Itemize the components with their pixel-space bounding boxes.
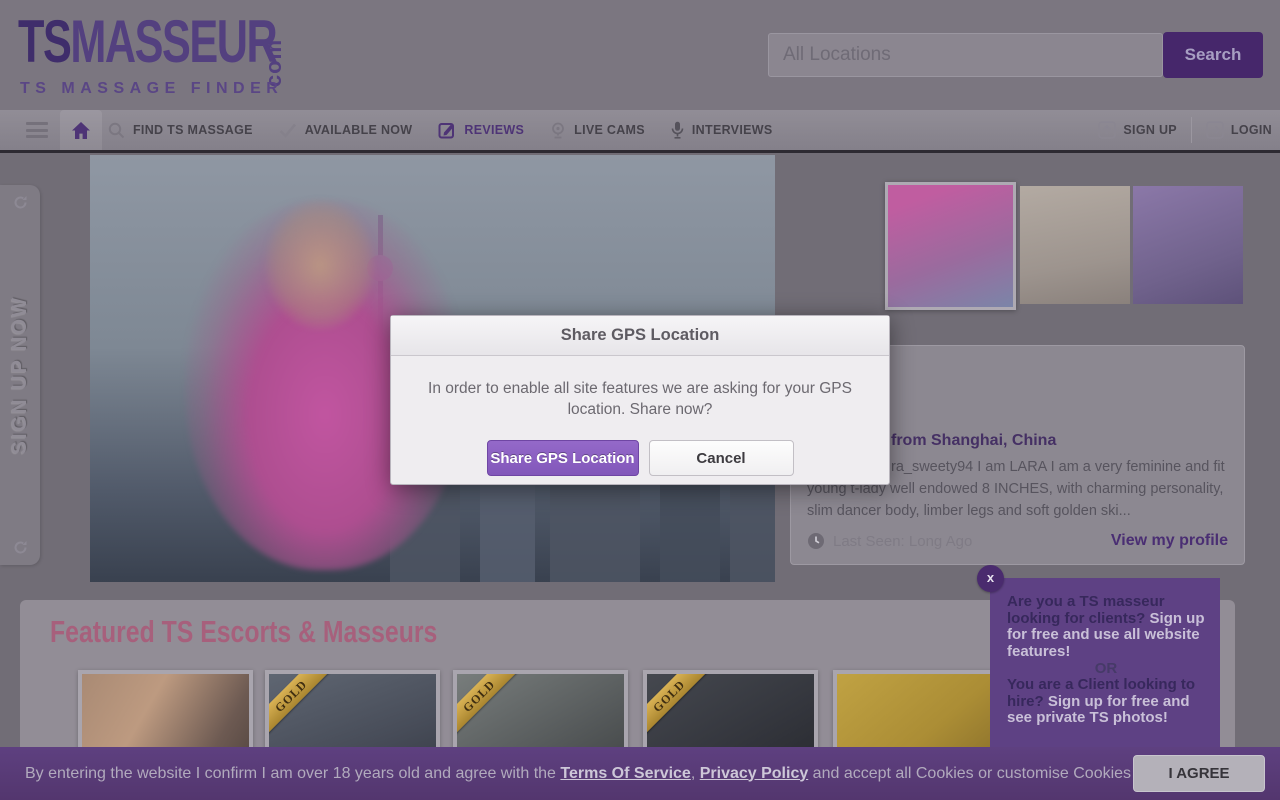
logo-wordmark: TSMASSEUR: [18, 10, 227, 73]
hamburger-menu-icon[interactable]: [26, 122, 48, 138]
gallery-thumbnail-1[interactable]: [885, 182, 1016, 310]
nav-label: REVIEWS: [464, 123, 524, 137]
close-icon[interactable]: x: [977, 565, 1004, 592]
nav-items: FIND TS MASSAGE AVAILABLE NOW REVIEWS LI…: [108, 110, 772, 150]
cookie-text: By entering the website I confirm I am o…: [25, 765, 1174, 783]
nav-divider: [1191, 117, 1192, 143]
gold-ribbon: GOLD: [453, 670, 519, 736]
gallery-thumbnail-2[interactable]: [1020, 186, 1130, 304]
gold-ribbon: GOLD: [643, 670, 709, 736]
nav-label: AVAILABLE NOW: [305, 123, 413, 137]
i-agree-button[interactable]: I AGREE: [1133, 755, 1265, 792]
nav-live-cams[interactable]: LIVE CAMS: [550, 122, 645, 139]
nav-sign-up[interactable]: SIGN UP: [1098, 121, 1177, 139]
featured-title: Featured TS Escorts & Masseurs: [50, 614, 437, 650]
modal-header: Share GPS Location: [391, 316, 889, 356]
sign-up-now-side-tab[interactable]: SIGN UP NOW: [0, 185, 40, 565]
cookie-consent-bar: By entering the website I confirm I am o…: [0, 747, 1280, 800]
model-figure-placeholder: [265, 200, 375, 330]
nav-interviews[interactable]: INTERVIEWS: [671, 121, 773, 139]
profile-description-line: slim dancer body, limber legs and soft g…: [807, 503, 1131, 519]
last-seen-text: Last Seen: Long Ago: [833, 533, 972, 550]
cookie-text-before: By entering the website I confirm I am o…: [25, 765, 560, 782]
logo-ts: TS: [18, 8, 70, 75]
site-logo[interactable]: TSMASSEUR com TS MASSAGE FINDER: [18, 10, 308, 105]
profile-location: from Shanghai, China: [891, 432, 1056, 450]
cookie-text-middle: and accept all Cookies or customise Cook…: [808, 765, 1135, 782]
side-tab-label: SIGN UP NOW: [9, 296, 32, 454]
search-button[interactable]: Search: [1163, 32, 1263, 78]
last-seen: Last Seen: Long Ago: [807, 532, 972, 550]
search-icon: [108, 122, 125, 139]
share-gps-modal: Share GPS Location In order to enable al…: [390, 315, 890, 485]
nav-available-now[interactable]: AVAILABLE NOW: [279, 123, 413, 138]
main-nav: FIND TS MASSAGE AVAILABLE NOW REVIEWS LI…: [0, 110, 1280, 153]
gold-ribbon: GOLD: [265, 670, 331, 736]
page: TSMASSEUR com TS MASSAGE FINDER Search F…: [0, 0, 1280, 800]
modal-title: Share GPS Location: [561, 326, 720, 345]
nav-home[interactable]: [60, 110, 102, 150]
nav-label: SIGN UP: [1123, 123, 1177, 137]
profile-description-line: ra_sweety94 I am LARA I am a very femini…: [891, 459, 1225, 475]
nav-reviews[interactable]: REVIEWS: [438, 121, 524, 139]
logo-tagline: TS MASSAGE FINDER: [20, 80, 283, 98]
nav-find-ts-massage[interactable]: FIND TS MASSAGE: [108, 122, 253, 139]
logo-masseur: MASSEUR: [70, 8, 276, 75]
promo-or: OR: [1007, 660, 1205, 677]
clock-icon: [807, 532, 825, 550]
check-icon: [279, 123, 297, 138]
profile-footer: Last Seen: Long Ago View my profile: [807, 532, 1228, 550]
modal-buttons: Share GPS Location Cancel: [391, 440, 889, 476]
promo-text-1: Are you a TS masseur looking for clients…: [1007, 594, 1205, 660]
sign-up-icon: [1098, 121, 1116, 139]
promo-question-1: Are you a TS masseur looking for clients…: [1007, 593, 1165, 627]
privacy-policy-link[interactable]: Privacy Policy: [700, 765, 809, 782]
promo-text-2: You are a Client looking to hire? Sign u…: [1007, 677, 1205, 727]
refresh-icon: [13, 540, 28, 555]
microphone-icon: [671, 121, 684, 139]
refresh-icon: [13, 195, 28, 210]
home-icon: [71, 121, 91, 140]
login-icon: [1206, 121, 1224, 139]
cancel-button[interactable]: Cancel: [649, 440, 794, 476]
promo-box: x Are you a TS masseur looking for clien…: [990, 578, 1220, 747]
header: TSMASSEUR com TS MASSAGE FINDER Search: [0, 0, 1280, 110]
nav-right: SIGN UP LOGIN: [1098, 110, 1272, 150]
nav-label: LOGIN: [1231, 123, 1272, 137]
nav-login[interactable]: LOGIN: [1206, 121, 1272, 139]
terms-of-service-link[interactable]: Terms Of Service: [560, 765, 690, 782]
nav-label: LIVE CAMS: [574, 123, 645, 137]
pencil-square-icon: [438, 121, 456, 139]
share-gps-location-button[interactable]: Share GPS Location: [487, 440, 639, 476]
view-profile-link[interactable]: View my profile: [1111, 532, 1228, 550]
gallery-thumbnail-3[interactable]: [1133, 186, 1243, 304]
nav-label: FIND TS MASSAGE: [133, 123, 253, 137]
search-input[interactable]: [768, 33, 1163, 77]
nav-label: INTERVIEWS: [692, 123, 773, 137]
cookie-separator: ,: [691, 765, 700, 782]
modal-body-text: In order to enable all site features we …: [410, 378, 870, 420]
webcam-icon: [550, 122, 566, 139]
